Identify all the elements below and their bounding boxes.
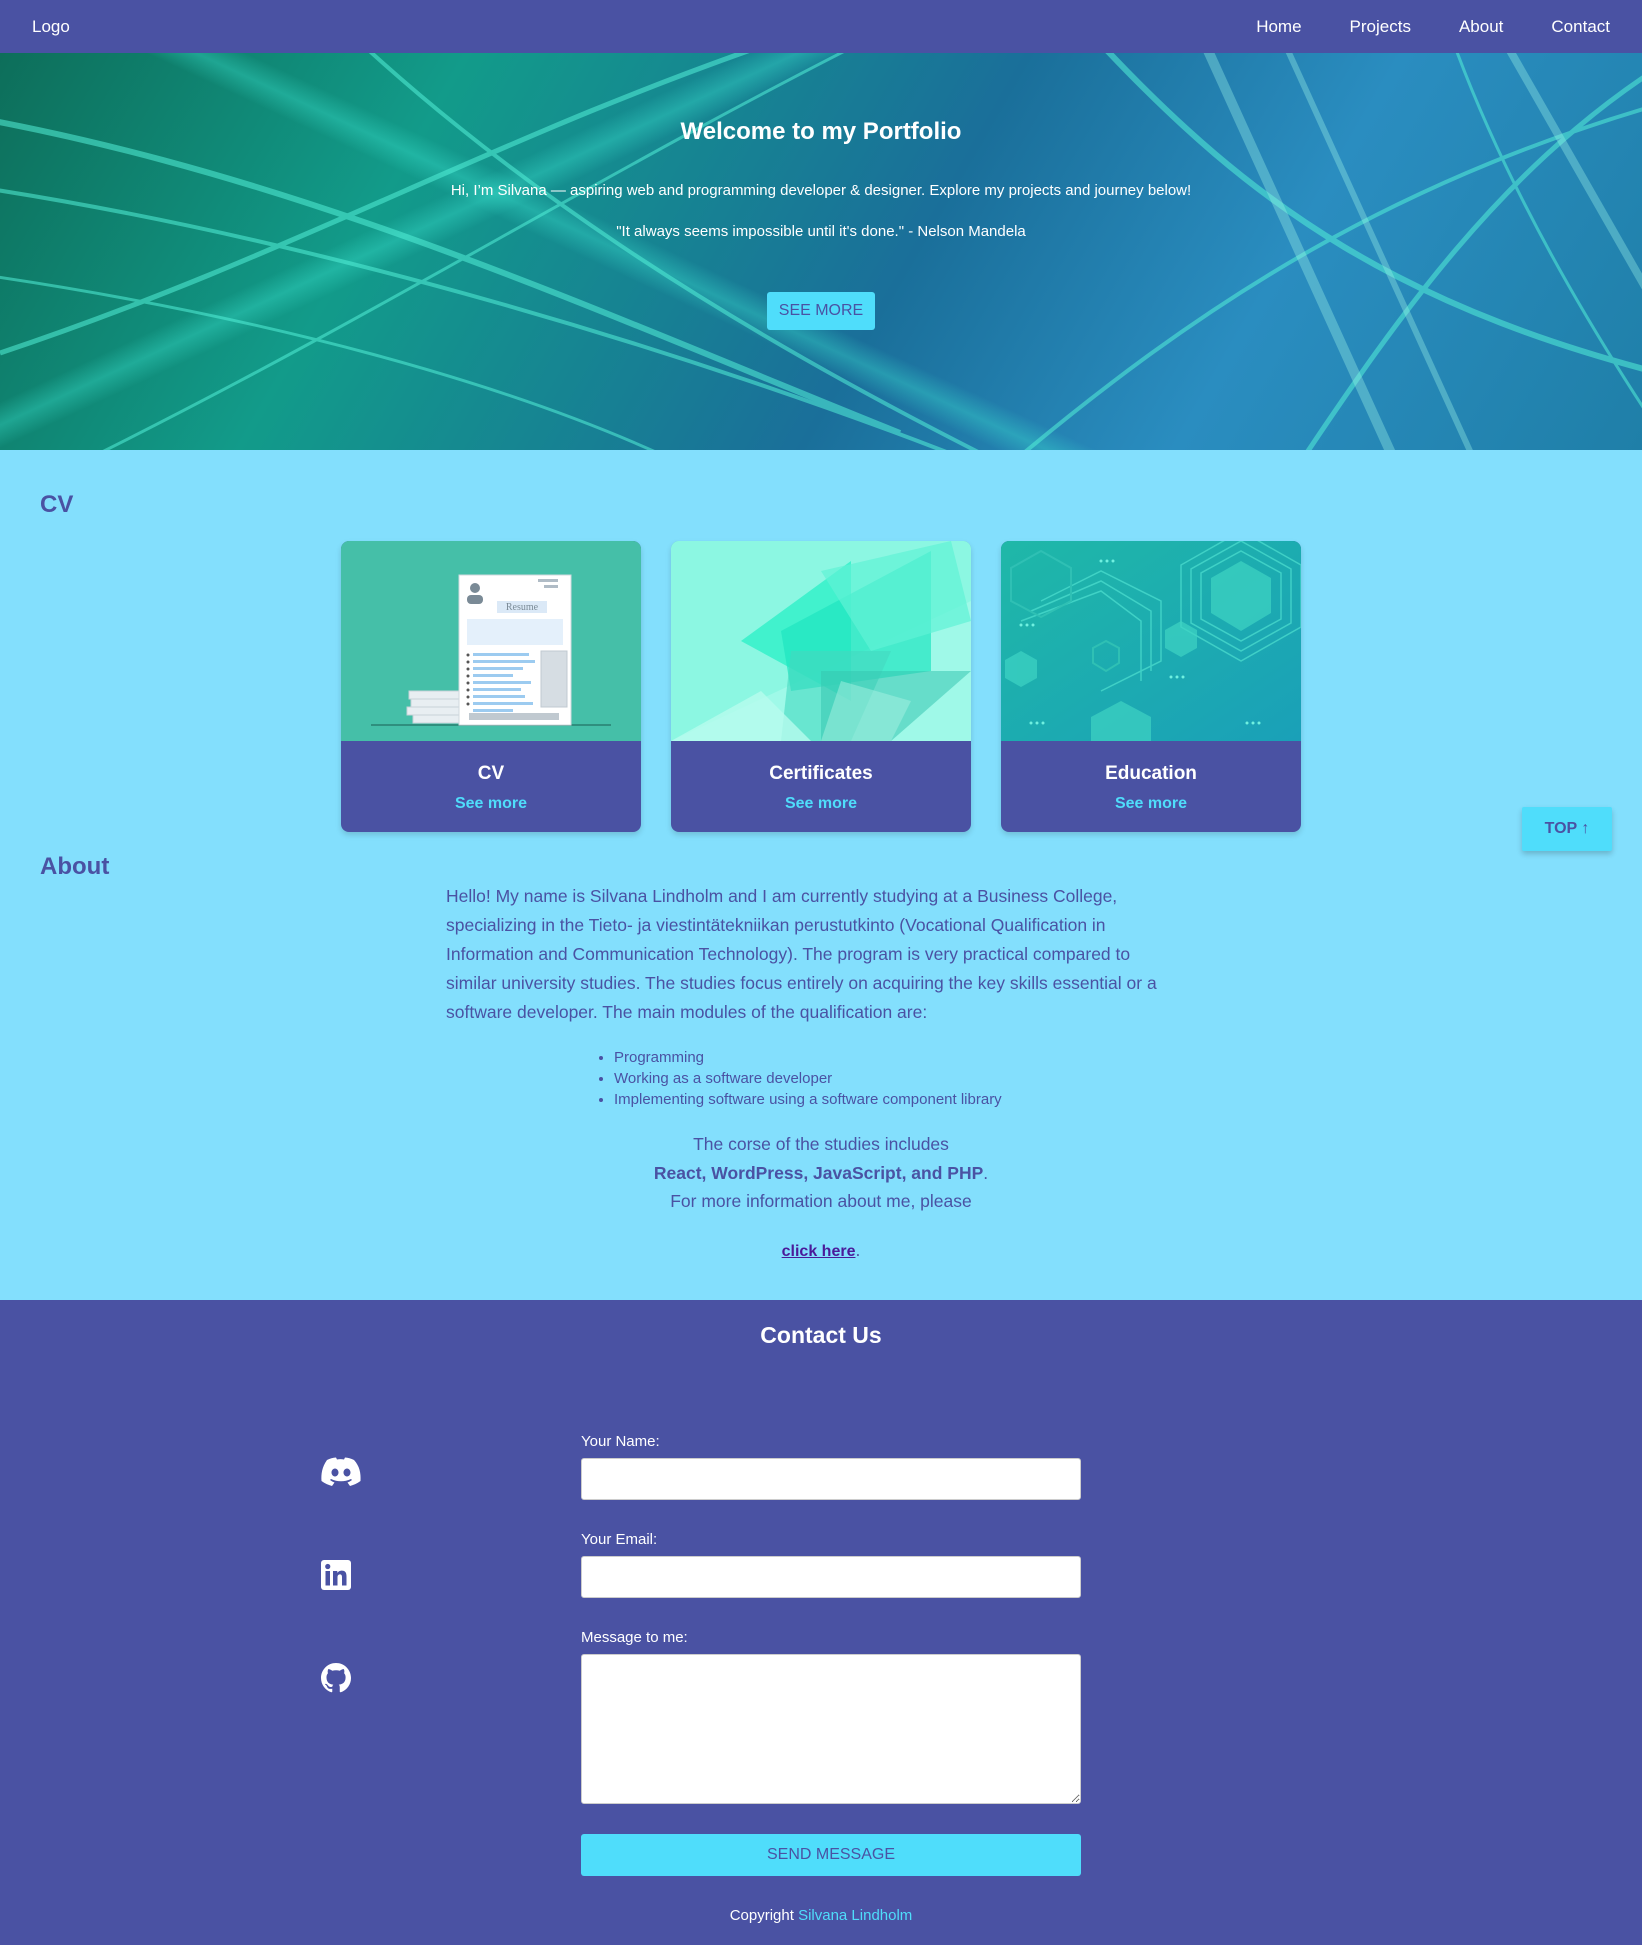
course-line: The corse of the studies includes: [693, 1134, 949, 1154]
certificates-illustration: [671, 541, 971, 741]
hero-section: Welcome to my Portfolio Hi, I’m Silvana …: [0, 53, 1642, 450]
education-card[interactable]: Education See more: [1001, 541, 1301, 832]
about-paragraph: Hello! My name is Silvana Lindholm and I…: [446, 886, 1157, 1022]
contact-heading: Contact Us: [760, 1322, 882, 1348]
linkedin-icon[interactable]: [321, 1560, 351, 1590]
message-field[interactable]: [581, 1654, 1081, 1804]
message-label: Message to me:: [581, 1629, 688, 1646]
certificates-card-title: Certificates: [769, 763, 873, 784]
hero-quote: "It always seems impossible until it's d…: [616, 223, 1026, 240]
nav-link-about[interactable]: About: [1459, 17, 1503, 37]
send-message-button[interactable]: SEND MESSAGE: [581, 1834, 1081, 1876]
top-nav: Logo Home Projects About Contact: [0, 0, 1642, 53]
technologies-text: React, WordPress, JavaScript, and PHP: [653, 1163, 984, 1183]
list-item: Implementing software using a software c…: [614, 1089, 1002, 1110]
logo[interactable]: Logo: [32, 17, 70, 37]
hero-intro: Hi, I’m Silvana — aspiring web and progr…: [450, 182, 1192, 199]
hero-content: Welcome to my Portfolio Hi, I’m Silvana …: [0, 53, 1642, 330]
click-here-link[interactable]: click here: [782, 1243, 856, 1260]
technologies-period: .: [983, 1163, 989, 1183]
resume-illustration: Resume: [341, 541, 641, 741]
email-field[interactable]: [581, 1556, 1081, 1598]
cv-card-see-more-link[interactable]: See more: [341, 795, 641, 813]
cv-card[interactable]: Resume CV See more: [341, 541, 641, 832]
github-icon[interactable]: [321, 1663, 351, 1693]
resume-label: Resume: [506, 602, 539, 613]
list-item: Programming: [614, 1047, 1002, 1068]
education-card-see-more-link[interactable]: See more: [1001, 795, 1301, 813]
copyright-name: Silvana Lindholm: [798, 1907, 913, 1924]
nav-links: Home Projects About Contact: [1256, 17, 1610, 37]
cv-card-title: CV: [477, 763, 505, 784]
click-here-line: click here.: [0, 1240, 1642, 1261]
cv-heading: CV: [40, 491, 74, 518]
nav-link-projects[interactable]: Projects: [1350, 17, 1411, 37]
certificates-card-see-more-link[interactable]: See more: [671, 795, 971, 813]
scroll-top-button[interactable]: TOP ↑: [1522, 807, 1612, 851]
discord-icon[interactable]: [321, 1457, 361, 1487]
technologies-line: React, WordPress, JavaScript, and PHP.: [0, 1163, 1642, 1184]
education-card-title: Education: [1105, 763, 1197, 784]
email-label: Your Email:: [581, 1531, 658, 1548]
more-info-line: For more information about me, please: [670, 1191, 972, 1211]
modules-list: Programming Working as a software develo…: [614, 1047, 1002, 1110]
name-label: Your Name:: [581, 1433, 660, 1450]
certificates-card[interactable]: Certificates See more: [671, 541, 971, 832]
hero-title: Welcome to my Portfolio: [680, 118, 962, 145]
education-illustration: [1001, 541, 1301, 741]
see-more-button[interactable]: SEE MORE: [766, 292, 876, 330]
about-heading: About: [40, 853, 110, 880]
copyright-text: Copyright: [729, 1907, 794, 1924]
list-item: Working as a software developer: [614, 1068, 1002, 1089]
name-field[interactable]: [581, 1458, 1081, 1500]
nav-link-home[interactable]: Home: [1256, 17, 1301, 37]
footer-copyright: Copyright Silvana Lindholm: [0, 1907, 1642, 1924]
click-here-period: .: [855, 1240, 861, 1260]
nav-link-contact[interactable]: Contact: [1551, 17, 1610, 37]
